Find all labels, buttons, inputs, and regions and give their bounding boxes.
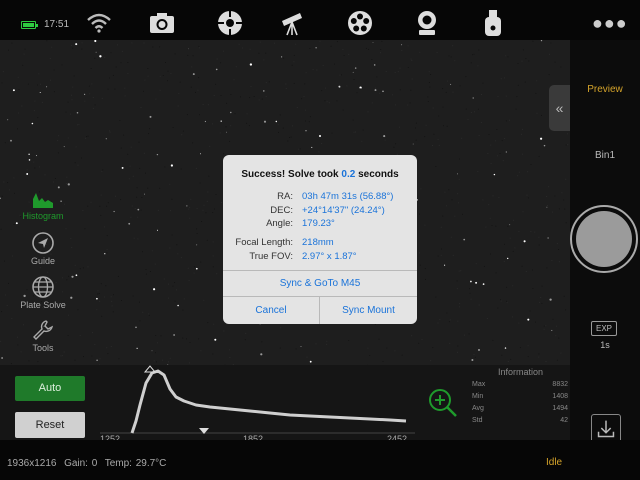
more-icon[interactable]: ●●●	[592, 13, 628, 34]
guide-icon	[32, 232, 54, 254]
sync-goto-button[interactable]: Sync & GoTo M45	[223, 278, 417, 289]
histogram-plot[interactable]	[100, 365, 415, 437]
telescope-icon[interactable]	[278, 8, 308, 38]
information-title: Information	[498, 367, 544, 377]
stat-std: Std 42	[472, 417, 568, 424]
tool-plate-solve[interactable]: Plate Solve	[12, 276, 74, 310]
tool-guide[interactable]: Guide	[12, 232, 74, 266]
camera-icon[interactable]	[147, 8, 177, 38]
sync-mount-button[interactable]: Sync Mount	[320, 305, 417, 316]
usb-drive-icon[interactable]	[478, 8, 508, 38]
filter-wheel-icon[interactable]	[345, 8, 375, 38]
histogram-icon	[33, 193, 53, 208]
globe-icon	[32, 276, 54, 298]
cancel-button[interactable]: Cancel	[223, 305, 319, 316]
battery-icon	[21, 21, 38, 29]
capture-state: Idle	[546, 457, 563, 468]
focuser-icon[interactable]	[215, 8, 245, 38]
stat-max: Max 8832	[472, 381, 568, 388]
temperature: Temp: 29.7°C	[104, 458, 167, 469]
tool-tools[interactable]: Tools	[12, 319, 74, 353]
stat-avg: Avg 1494	[472, 405, 568, 412]
preview-mode[interactable]: Preview	[580, 84, 630, 95]
exposure-value[interactable]: 1s	[580, 340, 630, 350]
stat-min: Min 1408	[472, 393, 568, 400]
resolution: 1936x1216	[7, 458, 57, 469]
plate-solve-result-dialog: Success! Solve took 0.2 seconds RA: 03h 4…	[223, 155, 417, 324]
clock: 17:51	[44, 19, 70, 30]
webcam-icon[interactable]	[412, 8, 442, 38]
wrench-icon	[33, 320, 54, 340]
tool-histogram[interactable]: Histogram	[12, 189, 74, 221]
bin-setting[interactable]: Bin1	[580, 150, 630, 161]
histogram-curve	[130, 369, 407, 434]
tool-label-tools: Tools	[32, 343, 54, 353]
wifi-icon[interactable]	[84, 8, 114, 38]
tool-label-plate-solve: Plate Solve	[20, 300, 66, 310]
shutter-button[interactable]	[570, 205, 638, 273]
dialog-title: Success! Solve took 0.2 seconds	[241, 169, 399, 180]
camera-status: 1936x1216 Gain: 0 Temp: 29.7°C	[7, 458, 166, 469]
solve-time: 0.2	[341, 169, 356, 180]
collapse-panel-handle[interactable]: «	[549, 85, 570, 131]
tool-label-guide: Guide	[30, 256, 56, 266]
zoom-in-icon[interactable]	[427, 387, 459, 419]
auto-button[interactable]: Auto	[15, 376, 85, 401]
top-toolbar: 17:51 ●●●	[0, 0, 640, 40]
reset-button[interactable]: Reset	[15, 412, 85, 438]
tool-label-histogram: Histogram	[22, 211, 64, 221]
gain: Gain: 0	[64, 458, 98, 469]
exposure-badge[interactable]: EXP	[591, 321, 617, 336]
